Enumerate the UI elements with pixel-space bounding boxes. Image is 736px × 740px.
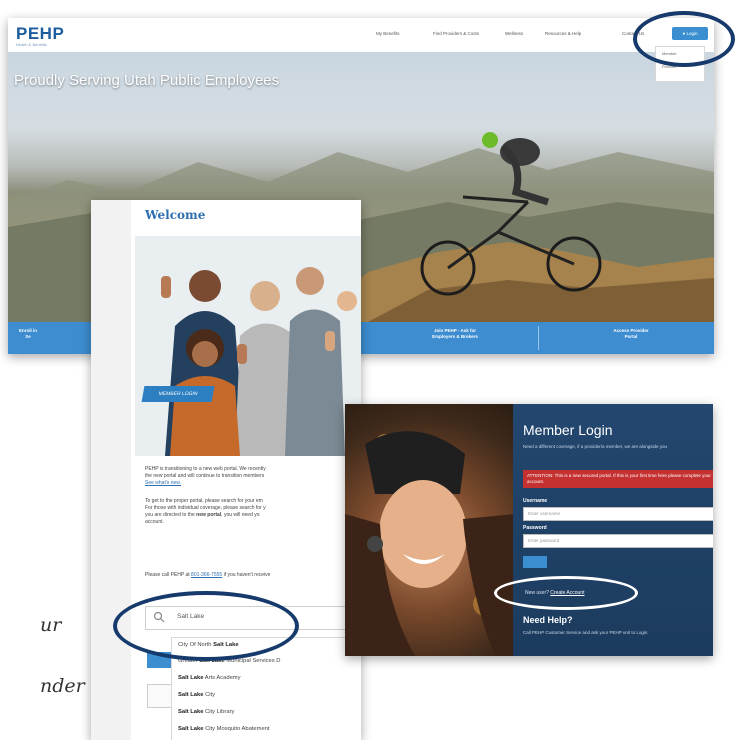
instructions-line-2: For those with individual coverage, plea… <box>145 505 266 511</box>
login-title: Member Login <box>523 422 613 438</box>
top-navigation-bar: PEHP Health & Benefits My Benefits Find … <box>8 18 714 53</box>
logo-tagline: Health & Benefits <box>16 42 47 47</box>
highlight-ring-search <box>113 591 299 661</box>
thumbs-up-group-photo <box>135 236 361 456</box>
highlight-ring-create-account <box>494 576 638 610</box>
result-post: City <box>203 692 216 698</box>
password-input[interactable]: Enter password <box>523 534 713 548</box>
result-match: Salt Lake <box>178 675 204 681</box>
password-label: Password <box>523 525 547 531</box>
quick-link-join-line2: Employers & Brokers <box>432 334 478 339</box>
result-item[interactable]: Salt Lake City <box>178 692 215 698</box>
instructions-line-3-pre: you are directed to the <box>145 512 197 518</box>
result-item[interactable]: Salt Lake Arts Academy <box>178 675 241 681</box>
result-post: City Mosquito Abatement <box>203 726 270 732</box>
call-notice-post: if you haven't receive <box>222 572 271 578</box>
side-caption-fragment-2: nder <box>40 675 85 697</box>
group-photo-illustration <box>135 236 361 456</box>
transition-line-2: the new portal and will continue to tran… <box>145 473 265 479</box>
password-placeholder: Enter password <box>528 538 560 543</box>
quick-link-provider-portal[interactable]: Access Provider Portal <box>556 328 706 340</box>
nav-resources[interactable]: Resources & Help <box>545 31 581 36</box>
quick-link-join-pehp[interactable]: Join PEHP - Ask for Employers & Brokers <box>380 328 530 340</box>
result-item[interactable]: Salt Lake City Library <box>178 709 234 715</box>
instructions-line-3-post: , you will need yo <box>221 512 260 518</box>
result-match: Salt Lake <box>178 709 204 715</box>
secondary-field[interactable] <box>147 684 173 708</box>
username-placeholder: Enter username <box>528 511 561 516</box>
nav-wellness[interactable]: Wellness <box>505 31 523 36</box>
nav-find-providers[interactable]: Find Providers & Costs <box>433 31 479 36</box>
result-post: City Library <box>203 709 235 715</box>
call-notice: Please call PEHP at 801-366-7555 if you … <box>145 572 355 579</box>
transition-notice: PEHP is transitioning to a new web porta… <box>145 466 355 487</box>
welcome-sidebar <box>91 200 131 740</box>
member-login-ribbon[interactable]: MEMBER LOGIN <box>141 386 215 402</box>
result-match: Salt Lake <box>178 726 204 732</box>
nav-my-benefits[interactable]: My Benefits <box>376 31 400 36</box>
quick-link-enroll[interactable]: Enroll in Se <box>8 328 48 340</box>
new-portal-emphasis: new portal <box>196 512 222 518</box>
transition-line-1: PEHP is transitioning to a new web porta… <box>145 466 266 472</box>
highlight-ring-login-button <box>633 11 735 67</box>
call-notice-pre: Please call PEHP at <box>145 572 192 578</box>
smiling-woman-photo <box>345 404 515 656</box>
portal-instructions: To get to the proper portal, please sear… <box>145 498 355 526</box>
result-post: Arts Academy <box>203 675 241 681</box>
login-alert-text: ATTENTION: This is a new secured portal.… <box>527 473 711 484</box>
quick-link-enroll-line2: Se <box>25 334 31 339</box>
see-whats-new-link[interactable]: See what's new. <box>145 480 181 486</box>
hero-title: Proudly Serving Utah Public Employees <box>14 72 280 89</box>
quick-link-provider-line2: Portal <box>624 334 638 339</box>
login-subtitle: Need a different coverage, if a provider… <box>523 444 667 449</box>
result-match: Salt Lake <box>178 692 204 698</box>
woman-photo-illustration <box>345 431 515 656</box>
instructions-line-4: account. <box>145 519 164 525</box>
side-caption-fragment-1: ur <box>40 614 62 636</box>
result-item[interactable]: Salt Lake City Mosquito Abatement <box>178 726 270 732</box>
need-help-text: Call PEHP Customer Service and ask your … <box>523 630 648 635</box>
need-help-heading: Need Help? <box>523 615 573 625</box>
username-label: Username <box>523 498 548 504</box>
phone-number-link[interactable]: 801-366-7555 <box>191 572 222 578</box>
instructions-line-1: To get to the proper portal, please sear… <box>145 498 263 504</box>
pehp-logo[interactable]: PEHP <box>16 24 64 44</box>
login-submit-button[interactable] <box>523 556 547 568</box>
bar-divider <box>538 326 539 350</box>
username-input[interactable]: Enter username <box>523 507 713 521</box>
member-login-screenshot: Member Login Need a different coverage, … <box>345 404 713 656</box>
welcome-title: Welcome <box>145 208 206 222</box>
